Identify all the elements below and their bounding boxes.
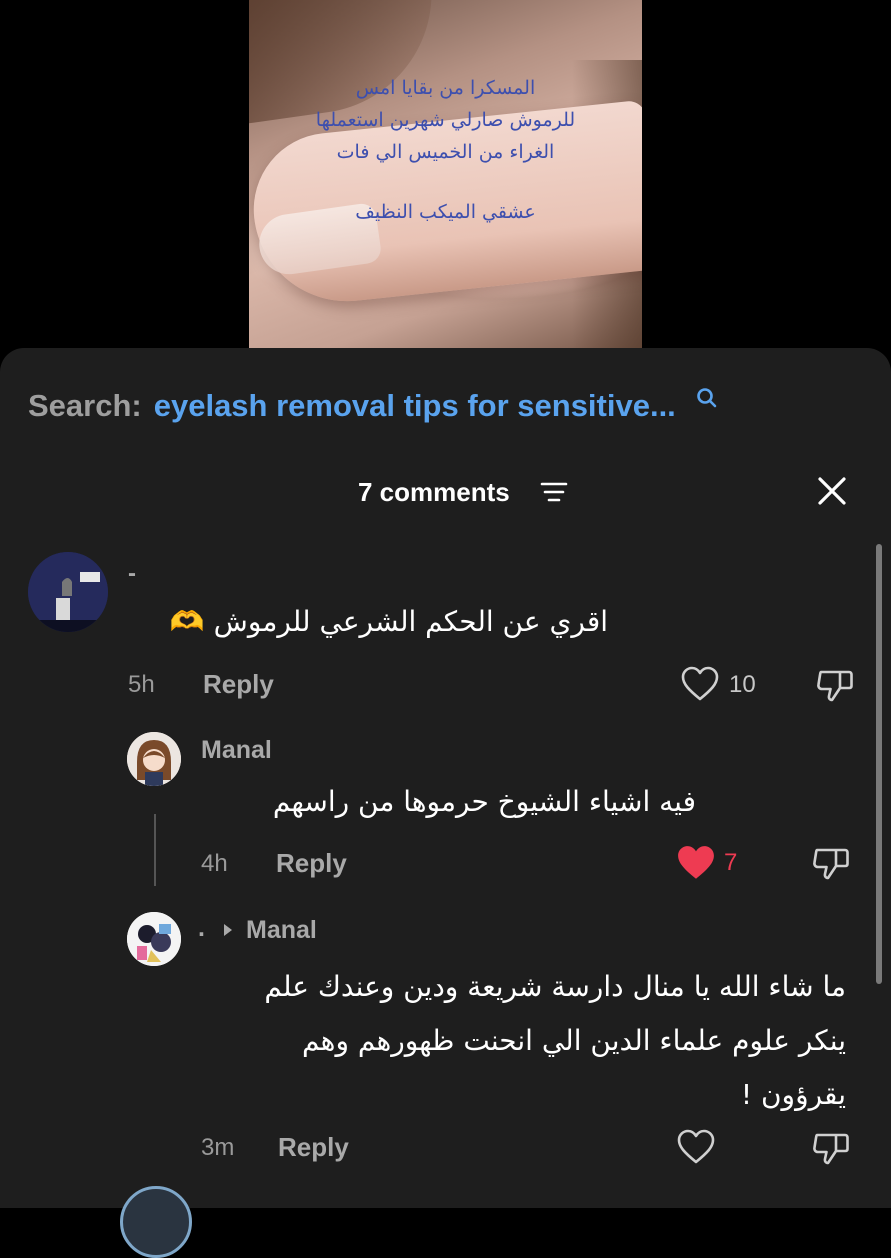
reply-to-username[interactable]: Manal <box>246 916 317 945</box>
scrollbar[interactable] <box>876 544 882 984</box>
video-caption-overlay: المسكرا من بقايا امس للرموش صارلي شهرين … <box>249 72 642 228</box>
comments-sheet: Search: eyelash removal tips for sensiti… <box>0 348 891 1258</box>
comment-text-line: يقرؤون ! <box>740 1078 846 1111</box>
overlay-line: للرموش صارلي شهرين استعملها <box>315 109 576 131</box>
comment-time: 4h <box>201 850 228 877</box>
comment-text: اقري عن الحكم الشرعي للرموش 🫶 <box>128 600 608 644</box>
overlay-footer: عشقي الميكب النظيف <box>355 201 536 223</box>
dislike-icon[interactable] <box>812 1129 850 1171</box>
reply-arrow-icon <box>222 922 234 942</box>
reply-button[interactable]: Reply <box>203 669 274 700</box>
heart-icon[interactable] <box>676 844 716 886</box>
overlay-line: المسكرا من بقايا امس <box>355 77 536 99</box>
search-icon[interactable] <box>696 381 718 417</box>
search-query-link[interactable]: eyelash removal tips for sensitive... <box>154 388 676 424</box>
comment-text-body: اقري عن الحكم الشرعي للرموش 🫶 <box>169 605 608 638</box>
thread-line <box>154 814 156 886</box>
avatar[interactable] <box>127 732 181 786</box>
comments-header: 7 comments <box>0 472 891 512</box>
comment-username[interactable]: Manal <box>201 736 272 765</box>
avatar[interactable] <box>28 552 108 632</box>
comment-count: 7 comments <box>358 477 510 507</box>
comment-text: فيه اشياء الشيوخ حرموها من راسهم <box>196 780 696 824</box>
comment-time: 5h <box>128 671 155 698</box>
heart-icon[interactable] <box>677 1129 715 1169</box>
overlay-line: الغراء من الخميس الي فات <box>336 141 555 163</box>
avatar[interactable] <box>127 912 181 966</box>
comment-text-line: ينكر علوم علماء الدين الي انحنت ظهورهم و… <box>302 1024 846 1057</box>
reply-button[interactable]: Reply <box>276 848 347 879</box>
comment-username[interactable]: - <box>128 560 136 588</box>
like-count: 7 <box>724 849 738 876</box>
avatar[interactable] <box>120 1186 192 1258</box>
heart-icon[interactable] <box>681 666 719 706</box>
comment-text-body: فيه اشياء الشيوخ حرموها من راسهم <box>272 785 696 818</box>
video-preview[interactable]: المسكرا من بقايا امس للرموش صارلي شهرين … <box>249 0 642 360</box>
reply-button[interactable]: Reply <box>278 1132 349 1163</box>
filter-icon[interactable] <box>540 480 568 508</box>
comment-text-line: ما شاء الله يا منال دارسة شريعة ودين وعن… <box>264 970 846 1003</box>
comment-text: ما شاء الله يا منال دارسة شريعة ودين وعن… <box>196 960 846 1122</box>
dislike-icon[interactable] <box>816 666 854 708</box>
close-icon[interactable] <box>816 475 848 511</box>
like-count: 10 <box>729 671 756 698</box>
comment-time: 3m <box>201 1134 235 1161</box>
comment-username[interactable]: . <box>198 914 205 943</box>
search-prefix: Search: <box>28 388 142 423</box>
search-suggestion[interactable]: Search: eyelash removal tips for sensiti… <box>28 386 718 426</box>
dislike-icon[interactable] <box>812 844 850 886</box>
